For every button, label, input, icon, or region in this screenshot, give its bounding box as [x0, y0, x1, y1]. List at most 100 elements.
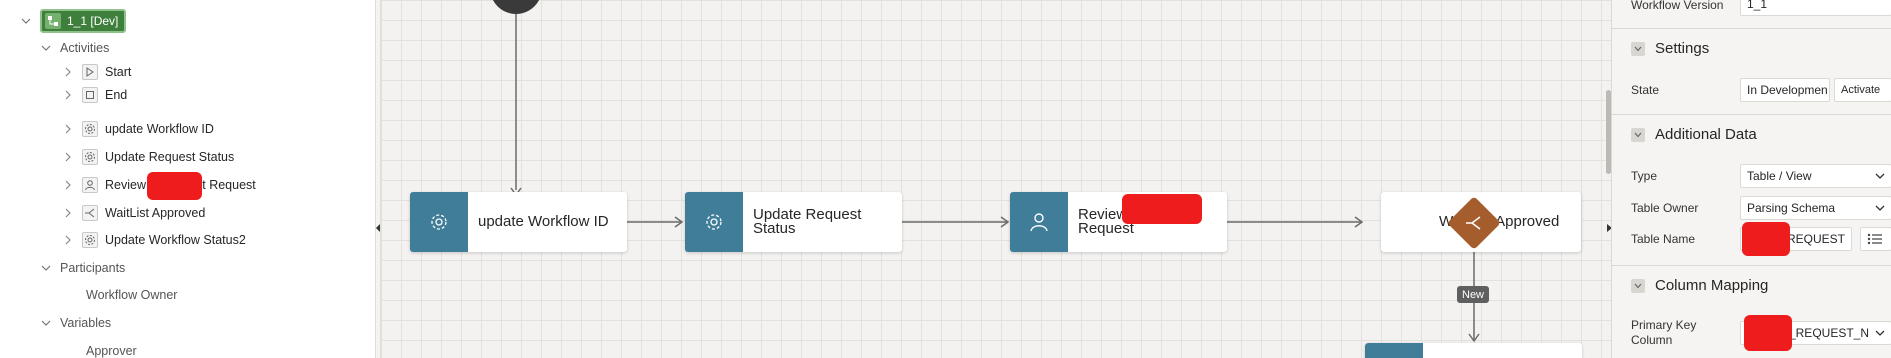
type-select-value: Table / View [1747, 169, 1812, 183]
chevron-down-icon[interactable] [1631, 127, 1645, 142]
navigation-tree: 1_1 [Dev] Activities Start End update Wo… [0, 0, 375, 358]
column-mapping-section-header[interactable]: Column Mapping [1612, 265, 1891, 305]
properties-panel: Workflow Version 1_1 Settings State In D… [1611, 0, 1891, 358]
tree-item-approver[interactable]: Approver [86, 340, 137, 358]
list-icon [1867, 233, 1882, 245]
tree-item-label: Update Workflow Status2 [105, 233, 246, 247]
redaction-mark [1122, 194, 1202, 224]
tree-item-label-tail: st Request [196, 178, 256, 192]
node-review-request[interactable]: Review Request [1010, 192, 1227, 252]
tree-item-label: Approver [86, 344, 137, 358]
chevron-down-icon[interactable] [40, 262, 52, 274]
workflow-icon [45, 13, 61, 29]
chevron-right-icon[interactable] [62, 66, 74, 78]
tree-item-label: Workflow Owner [86, 288, 178, 302]
node-update-request-status[interactable]: Update Request Status [685, 192, 902, 252]
chevron-down-icon [1875, 330, 1885, 336]
workflow-version-field[interactable]: 1_1 [1740, 0, 1891, 16]
table-owner-select[interactable]: Parsing Schema [1740, 196, 1891, 220]
tree-item-start[interactable]: Start [62, 61, 131, 83]
activate-button[interactable]: Activate [1834, 78, 1891, 102]
tree-item-label: Review [105, 178, 146, 192]
tree-group-participants[interactable]: Participants [40, 257, 125, 279]
workflow-version-badge[interactable]: 1_1 [Dev] [40, 9, 127, 33]
primary-key-value: _REQUEST_N [1788, 326, 1869, 340]
tree-item-label: End [105, 88, 128, 102]
primary-key-label-line1: Primary Key [1631, 318, 1697, 332]
node-update-workflow-id[interactable]: update Workflow ID [410, 192, 627, 252]
chevron-down-icon[interactable] [1631, 41, 1645, 56]
gear-icon [82, 149, 98, 165]
table-name-label: Table Name [1631, 232, 1696, 246]
person-icon [82, 177, 98, 193]
tree-item-workflow-owner[interactable]: Workflow Owner [86, 284, 177, 306]
table-owner-value: Parsing Schema [1747, 201, 1836, 215]
tree-item-update-workflow-status2[interactable]: Update Workflow Status2 [62, 229, 246, 251]
tree-item-update-workflow-id[interactable]: update Workflow ID [62, 118, 214, 140]
primary-key-label-line2: Column [1631, 333, 1673, 347]
section-title: Settings [1655, 40, 1710, 57]
state-field[interactable]: In Developmen [1740, 78, 1830, 102]
group-label: Activities [60, 41, 110, 55]
node-label-block: Update Request Status [743, 207, 861, 237]
chevron-down-icon [1875, 173, 1885, 179]
list-picker-button[interactable] [1860, 227, 1891, 251]
workflow-version-label: Workflow Version [1631, 0, 1724, 12]
switch-icon [1466, 216, 1481, 230]
chevron-right-icon[interactable] [62, 207, 74, 219]
group-label: Variables [60, 316, 112, 330]
node-label-line2: Request [1078, 220, 1134, 237]
chevron-right-icon[interactable] [62, 234, 74, 246]
gear-icon [685, 192, 743, 252]
chevron-down-icon[interactable] [40, 317, 52, 329]
chevron-right-icon[interactable] [62, 179, 74, 191]
chevron-right-icon[interactable] [62, 89, 74, 101]
redaction-mark [1742, 222, 1790, 256]
chevron-down-icon [1875, 205, 1885, 211]
additional-data-section-header[interactable]: Additional Data [1612, 114, 1891, 154]
diagram-edges [490, 0, 1480, 343]
person-icon [1010, 192, 1068, 252]
tree-group-variables[interactable]: Variables [40, 312, 111, 334]
end-square-icon [82, 87, 98, 103]
gear-icon [410, 192, 468, 252]
settings-section-header[interactable]: Settings [1612, 28, 1891, 68]
node-label-line2: Status [753, 220, 796, 237]
gear-icon [82, 232, 98, 248]
tree-item-update-request-status[interactable]: Update Request Status [62, 146, 234, 168]
tree-root[interactable]: 1_1 [Dev] [20, 9, 127, 33]
table-owner-label: Table Owner [1631, 201, 1699, 215]
tree-item-waitlist-approved[interactable]: WaitList Approved [62, 202, 205, 224]
tree-item-label: update Workflow ID [105, 122, 214, 136]
node-partial-next[interactable] [1365, 343, 1582, 358]
section-title: Additional Data [1655, 126, 1757, 143]
chevron-right-icon[interactable] [62, 123, 74, 135]
type-label: Type [1631, 169, 1658, 183]
group-label: Participants [60, 261, 126, 275]
tree-group-activities[interactable]: Activities [40, 37, 109, 59]
type-select[interactable]: Table / View [1740, 164, 1891, 188]
tree-item-label: Update Request Status [105, 150, 235, 164]
node-label: update Workflow ID [478, 213, 609, 230]
tree-item-label: WaitList Approved [105, 206, 206, 220]
edge-label-new[interactable]: New [1457, 286, 1490, 303]
tree-item-label: Start [105, 65, 132, 79]
chevron-down-icon[interactable] [1631, 278, 1645, 293]
redaction-mark [1744, 315, 1792, 351]
chevron-right-icon[interactable] [62, 151, 74, 163]
workflow-diagram-canvas[interactable]: update Workflow ID Update Request Status… [381, 0, 1611, 358]
primary-key-label: Primary Key Column [1631, 318, 1696, 348]
root-label: 1_1 [Dev] [67, 14, 119, 28]
state-label: State [1631, 83, 1660, 97]
chevron-down-icon[interactable] [40, 42, 52, 54]
table-name-value: _REQUEST [1780, 232, 1845, 246]
switch-icon [82, 205, 98, 221]
start-event-node[interactable] [490, 0, 542, 14]
chevron-down-icon[interactable] [20, 15, 32, 27]
gear-icon [82, 121, 98, 137]
node-icon [1365, 343, 1423, 358]
tree-item-end[interactable]: End [62, 84, 127, 106]
start-play-icon [82, 64, 98, 80]
section-title: Column Mapping [1655, 277, 1769, 294]
redaction-mark [147, 172, 202, 200]
